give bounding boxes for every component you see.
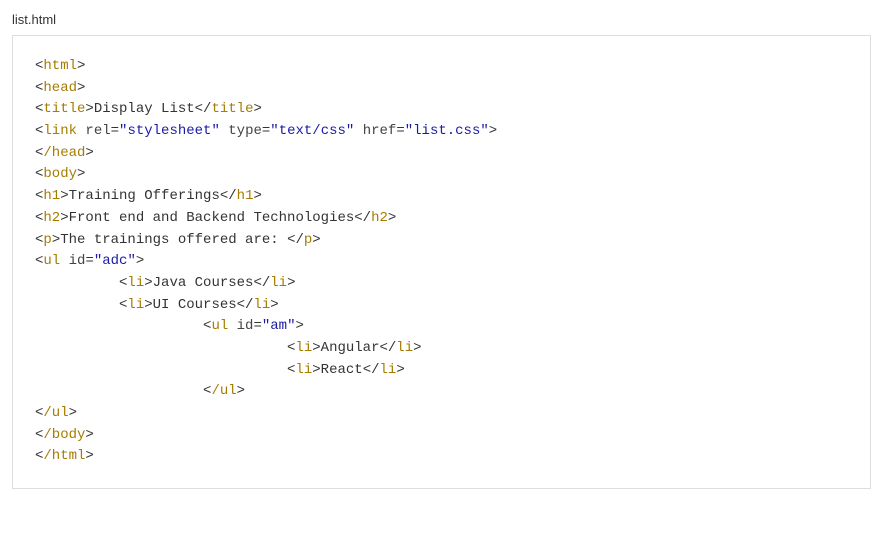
file-name-label: list.html	[12, 12, 871, 27]
code-container: <html> <head> <title>Display List</title…	[12, 35, 871, 489]
code-block: <html> <head> <title>Display List</title…	[35, 56, 848, 468]
